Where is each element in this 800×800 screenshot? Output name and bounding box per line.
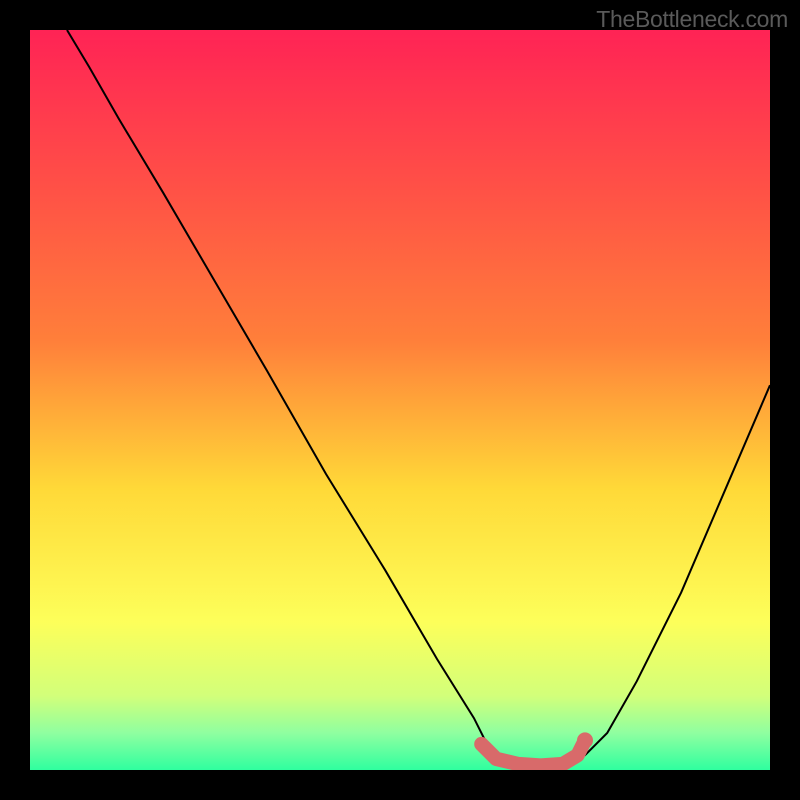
chart-frame: TheBottleneck.com (0, 0, 800, 800)
gradient-background (30, 30, 770, 770)
plot-area (30, 30, 770, 770)
watermark-text: TheBottleneck.com (596, 6, 788, 33)
chart-svg (30, 30, 770, 770)
highlight-end-dot (577, 732, 593, 748)
